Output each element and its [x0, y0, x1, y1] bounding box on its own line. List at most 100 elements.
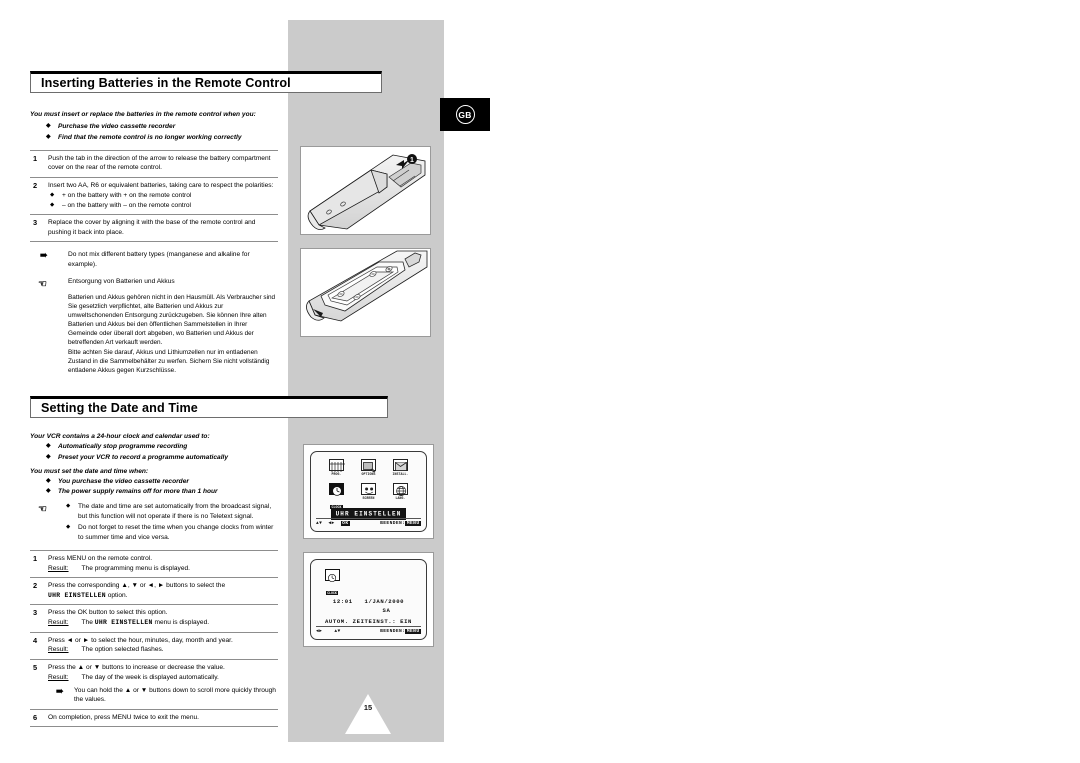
result-label: Result: [48, 646, 69, 654]
section-heading-batteries-text: Inserting Batteries in the Remote Contro… [41, 76, 291, 90]
nav-keys-glyphs: ▲, ▼ or ◄, ► [121, 581, 165, 589]
step-number: 3 [33, 608, 38, 618]
batteries-intro: You must insert or replace the batteries… [30, 111, 256, 118]
step-text: Press MENU on the remote control. Result… [48, 554, 278, 574]
result-text: The option selected flashes. [81, 646, 164, 654]
page-number-triangle [345, 694, 391, 734]
osd-exit-key: MENU [405, 521, 421, 526]
step-row: 5 Press the ▲ or ▼ buttons to increase o… [30, 660, 278, 709]
note-datetime-auto: ☜ ◆ The date and time are set automatica… [30, 502, 278, 543]
osd-clock-menu-frame: CLOCK 12:01 1/JAN/2000 SA AUTOM. ZEITEIN… [310, 559, 427, 640]
step-number: 2 [33, 580, 38, 590]
locale-badge: GB [440, 98, 490, 131]
osd-key-updown: ▲▼ [316, 521, 323, 526]
step-number: 6 [33, 712, 38, 722]
diamond-bullet-icon: ◆ [66, 503, 71, 510]
result-text: The programming menu is displayed. [81, 564, 191, 572]
step-text-post: buttons to select the [164, 581, 226, 589]
step-row: 3 Press the OK button to select this opt… [30, 605, 278, 631]
section-datetime-body: Your VCR contains a 24-hour clock and ca… [30, 432, 278, 728]
step-text: Press ◄ or ► to select the hour, minutes… [48, 636, 278, 656]
globe-icon [393, 483, 408, 496]
osd-key-ok: OK [340, 521, 350, 526]
arrow-note-icon: ➠ [56, 685, 64, 696]
osd-exit-label: BEENDEN: [380, 521, 406, 526]
install-icon [393, 459, 408, 471]
osd-icon-prog[interactable]: PROG. [326, 459, 348, 476]
datetime-intro-2: You must set the date and time when: [30, 467, 149, 475]
diamond-bullet-icon: ◆ [50, 191, 55, 198]
step-row: 2 Insert two AA, R6 or equivalent batter… [30, 178, 278, 214]
osd-clock-time[interactable]: 12:01 [333, 598, 353, 605]
note-disposal-body: Batterien und Akkus gehören nicht in den… [68, 293, 276, 374]
diamond-bullet-icon: ◆ [46, 133, 51, 140]
hand-note-text: Do not forget to reset the time when you… [78, 523, 274, 541]
osd-key-leftright: ◄► [328, 521, 335, 526]
step-text: Press the OK button to select this optio… [48, 608, 278, 628]
step-result: Result: The programming menu is displayed… [48, 564, 278, 574]
step-row: 1 Press MENU on the remote control. Resu… [30, 551, 278, 577]
osd-key-updown: ▲▼ [334, 629, 341, 634]
note-battery-mix-text: Do not mix different battery types (mang… [68, 251, 250, 269]
remote-control-battery-bay-illustration [306, 250, 428, 322]
step-text: Push the tab in the direction of the arr… [48, 154, 271, 172]
osd-clock-menu-hintbar: ◄► ▲▼ BEENDEN: MENU [316, 625, 421, 634]
step-note: ➠ You can hold the ▲ or ▼ buttons down t… [48, 686, 278, 706]
section-heading-datetime: Setting the Date and Time [30, 396, 388, 418]
datetime-intro-1-bullets: ◆ Automatically stop programme recording … [30, 442, 278, 463]
osd-clock-header-icon: CLOCK [322, 569, 342, 599]
osd-icon-install[interactable]: INSTALL. [390, 459, 412, 476]
step-result: Result: The UHR EINSTELLEN menu is displa… [48, 618, 278, 628]
pointing-hand-icon: ☜ [38, 504, 47, 516]
hand-note-text: The date and time are set automatically … [78, 503, 272, 521]
diamond-bullet-icon: ◆ [46, 453, 51, 460]
locale-badge-label: GB [455, 105, 475, 124]
osd-main-menu-frame: PROG. OPTIONS INSTALL. CLOCK SCREEN LANG… [310, 451, 427, 532]
hand-note-item: ◆ Do not forget to reset the time when y… [66, 523, 278, 543]
step-number: 1 [33, 553, 38, 563]
step-result: Result: The option selected flashes. [48, 645, 278, 655]
note-disposal-title-text: Entsorgung von Batterien und Akkus [68, 278, 175, 286]
list-item: ◆ Find that the remote control is no long… [46, 133, 242, 141]
step-text-end: option. [105, 591, 128, 599]
list-item: ◆ The power supply remains off for more t… [46, 488, 218, 496]
datetime-intro-1: Your VCR contains a 24-hour clock and ca… [30, 433, 210, 440]
list-item: ◆ Purchase the video cassette recorder [46, 123, 176, 131]
step-row: 6 On completion, press MENU twice to exi… [30, 710, 278, 726]
osd-clock-date[interactable]: 1/JAN/2000 [365, 598, 405, 605]
step-text: Press the ▲ or ▼ buttons to increase or … [48, 663, 278, 706]
step-text: Press the corresponding ▲, ▼ or ◄, ► but… [48, 581, 278, 601]
osd-clock-datetime-row: 12:01 1/JAN/2000 [311, 598, 426, 605]
step-number: 5 [33, 662, 38, 672]
osd-clock-autoset-row[interactable]: AUTOM. ZEITEINST.: EIN [311, 618, 426, 625]
step-row: 2 Press the corresponding ▲, ▼ or ◄, ► b… [30, 578, 278, 604]
arrow-note-icon: ➠ [40, 250, 48, 261]
osd-main-menu-hintbar: ▲▼ ◄► OK BEENDEN: MENU [316, 517, 421, 526]
step-row: 1 Push the tab in the direction of the a… [30, 151, 278, 177]
list-item: ◆ Preset your VCR to record a programme a… [46, 453, 229, 461]
page-number: 15 [345, 694, 391, 734]
page-number-text: 15 [363, 703, 373, 712]
result-label: Result: [48, 673, 69, 681]
step-text: Replace the cover by aligning it with th… [48, 219, 256, 236]
step-number: 3 [33, 218, 38, 228]
result-text: The day of the week is displayed automat… [81, 673, 219, 681]
diamond-bullet-icon: ◆ [46, 488, 51, 495]
menu-option-name: UHR EINSTELLEN [48, 591, 106, 599]
diamond-bullet-icon: ◆ [46, 443, 51, 450]
step-row: 3 Replace the cover by aligning it with … [30, 215, 278, 241]
result-label: Result: [48, 619, 69, 627]
result-text-post: menu is displayed. [152, 619, 210, 627]
pointing-hand-icon: ☜ [38, 279, 47, 291]
step-text-pre: Press the corresponding [48, 581, 122, 589]
step-text-main: Press ◄ or ► to select the hour, minutes… [48, 636, 233, 644]
osd-icon-options[interactable]: OPTIONS [358, 459, 380, 476]
diamond-bullet-icon: ◆ [46, 123, 51, 130]
step-note-text: You can hold the ▲ or ▼ buttons down to … [74, 686, 276, 704]
osd-main-menu: PROG. OPTIONS INSTALL. CLOCK SCREEN LANG… [303, 444, 434, 539]
step-text-main: Press the OK button to select this optio… [48, 609, 168, 617]
osd-exit-key: MENU [405, 629, 421, 634]
section-heading-datetime-text: Setting the Date and Time [41, 401, 198, 415]
batteries-steps: 1 Push the tab in the direction of the a… [30, 149, 278, 243]
osd-icon-row-1: PROG. OPTIONS INSTALL. [311, 459, 426, 476]
